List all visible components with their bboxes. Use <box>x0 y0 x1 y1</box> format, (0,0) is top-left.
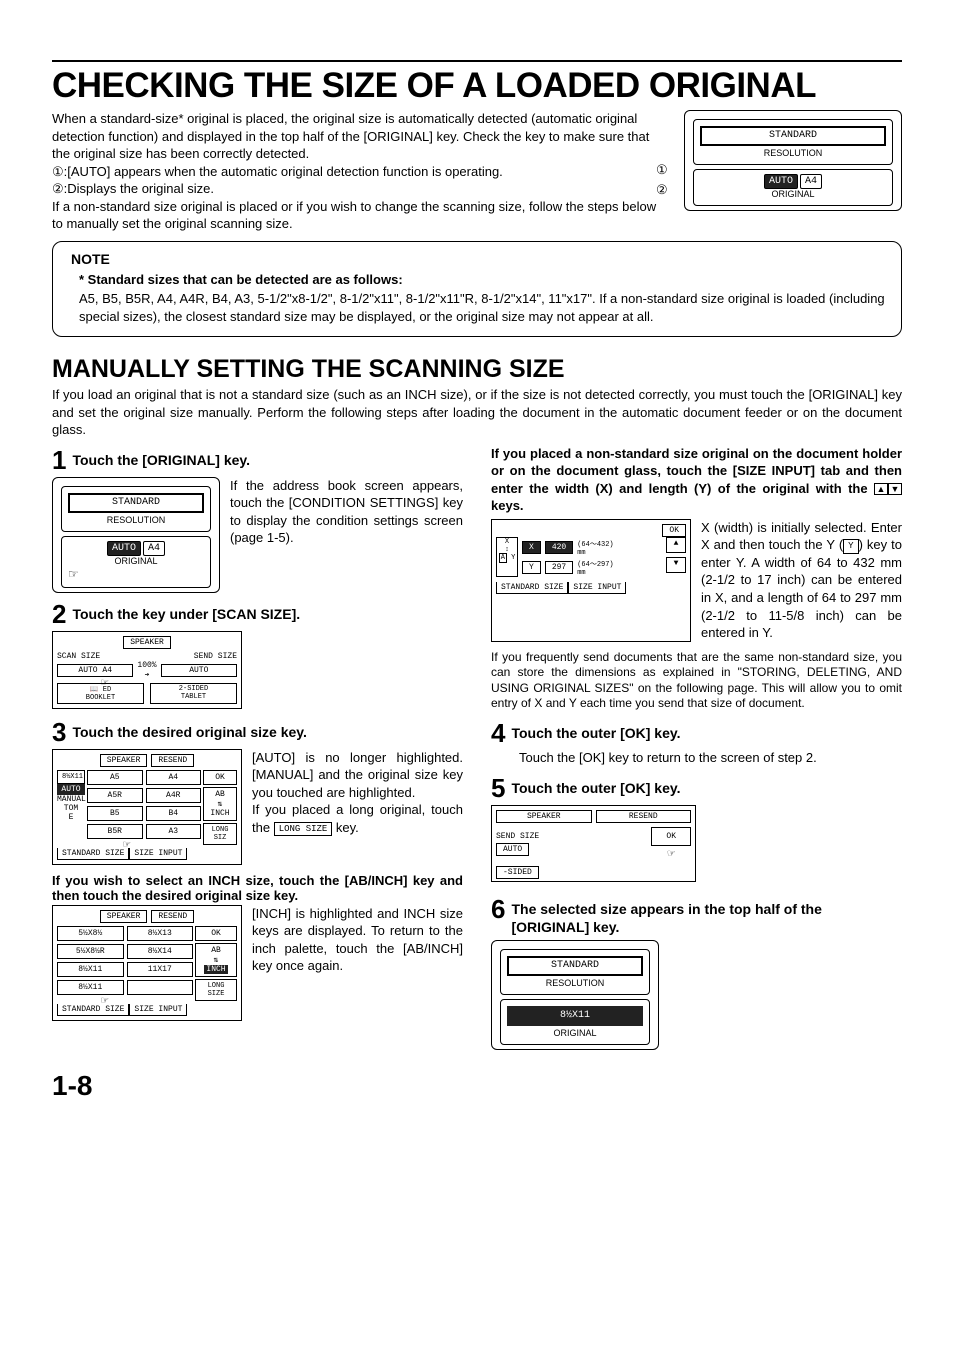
step-1-text: If the address book screen appears, touc… <box>230 477 463 593</box>
panel-step5: SPEAKER RESEND SEND SIZE AUTO OK ☞ -SIDE… <box>491 805 696 882</box>
intro-p2: If a non-standard size original is place… <box>52 198 666 233</box>
panel-step3a: SPEAKER RESEND 8½X11 AUTO MANUAL TOM E A… <box>52 749 242 865</box>
right-column: If you placed a non-standard size origin… <box>491 445 902 1051</box>
step-3: 3 Touch the desired original size key. <box>52 719 463 745</box>
intro-p1: When a standard-size* original is placed… <box>52 110 666 163</box>
right-lead: If you placed a non-standard size origin… <box>491 445 902 515</box>
intro-section: When a standard-size* original is placed… <box>52 110 902 233</box>
lcd-figure-top: STANDARD RESOLUTION AUTO A4 ORIGINAL ① ② <box>684 110 902 233</box>
columns: 1 Touch the [ORIGINAL] key. STANDARD RES… <box>52 445 902 1051</box>
up-arrow-icon: ▲ <box>874 483 888 495</box>
touch-finger-icon: ☞ <box>68 567 79 581</box>
down-button: ▼ <box>666 557 686 573</box>
step-4: 4 Touch the outer [OK] key. <box>491 720 902 746</box>
left-column: 1 Touch the [ORIGINAL] key. STANDARD RES… <box>52 445 463 1051</box>
lcd1-standard: STANDARD <box>68 493 204 513</box>
step3-text2: If you placed a long original, touch the… <box>252 801 463 836</box>
touch-finger-icon: ☞ <box>101 675 108 690</box>
note-box: NOTE * Standard sizes that can be detect… <box>52 241 902 337</box>
step-6: 6 The selected size appears in the top h… <box>491 896 902 936</box>
note-heading: NOTE <box>67 250 114 270</box>
lcd-original-label: ORIGINAL <box>700 189 886 199</box>
step4-text: Touch the [OK] key to return to the scre… <box>491 750 902 765</box>
step-2: 2 Touch the key under [SCAN SIZE]. <box>52 601 463 627</box>
step-1: 1 Touch the [ORIGINAL] key. <box>52 447 463 473</box>
touch-finger-icon: ☞ <box>123 837 130 852</box>
page-number: 1-8 <box>52 1070 902 1102</box>
lcd-standard: STANDARD <box>700 126 886 146</box>
step-5: 5 Touch the outer [OK] key. <box>491 775 902 801</box>
h2-para: If you load an original that is not a st… <box>52 386 902 439</box>
step3-text1: [AUTO] is no longer highlighted. [MANUAL… <box>252 749 463 802</box>
intro-b2: ②:Displays the original size. <box>52 180 666 198</box>
lcd-step1: STANDARD RESOLUTION AUTO A4 ORIGINAL ☞ <box>52 477 220 593</box>
up-button: ▲ <box>666 537 686 553</box>
touch-finger-icon: ☞ <box>668 847 675 861</box>
page-title: CHECKING THE SIZE OF A LOADED ORIGINAL <box>52 60 902 106</box>
lcd-resolution-label: RESOLUTION <box>700 148 886 158</box>
step-1-num: 1 <box>52 447 66 473</box>
note-body-text: A5, B5, B5R, A4, A4R, B4, A3, 5-1/2"x8-1… <box>79 291 885 324</box>
callout-2: ② <box>656 182 668 198</box>
panel-step2: SPEAKER SCAN SIZE SEND SIZE AUTO A4 100%… <box>52 631 242 709</box>
step-1-title: Touch the [ORIGINAL] key. <box>72 447 250 469</box>
lcd-a4-pill: A4 <box>800 174 822 189</box>
callout-1: ① <box>656 162 668 178</box>
step3-text4: [INCH] is highlighted and INCH size keys… <box>252 905 463 1021</box>
right-text3: If you frequently send documents that ar… <box>491 650 902 712</box>
intro-text: When a standard-size* original is placed… <box>52 110 666 233</box>
heading-manual-setting: MANUALLY SETTING THE SCANNING SIZE <box>52 355 902 384</box>
down-arrow-icon: ▼ <box>888 483 902 495</box>
right-text-top: X (width) is initially selected. Enter X… <box>701 519 902 642</box>
note-lead: * Standard sizes that can be detected ar… <box>79 272 403 287</box>
intro-b1: ①:[AUTO] appears when the automatic orig… <box>52 163 666 181</box>
panel-size-input: OK X↕A Y X420(64～432) mm Y297(64～297) mm… <box>491 519 691 642</box>
lcd-step6: STANDARD RESOLUTION 8½X11 ORIGINAL <box>491 940 659 1050</box>
touch-finger-icon: ☞ <box>101 993 108 1008</box>
lcd-auto-pill: AUTO <box>764 174 798 189</box>
panel-step3b: SPEAKER RESEND 5½X8½ 8½X13 5½X8½R 8½X14 … <box>52 905 242 1021</box>
step3-sub: If you wish to select an INCH size, touc… <box>52 873 463 903</box>
